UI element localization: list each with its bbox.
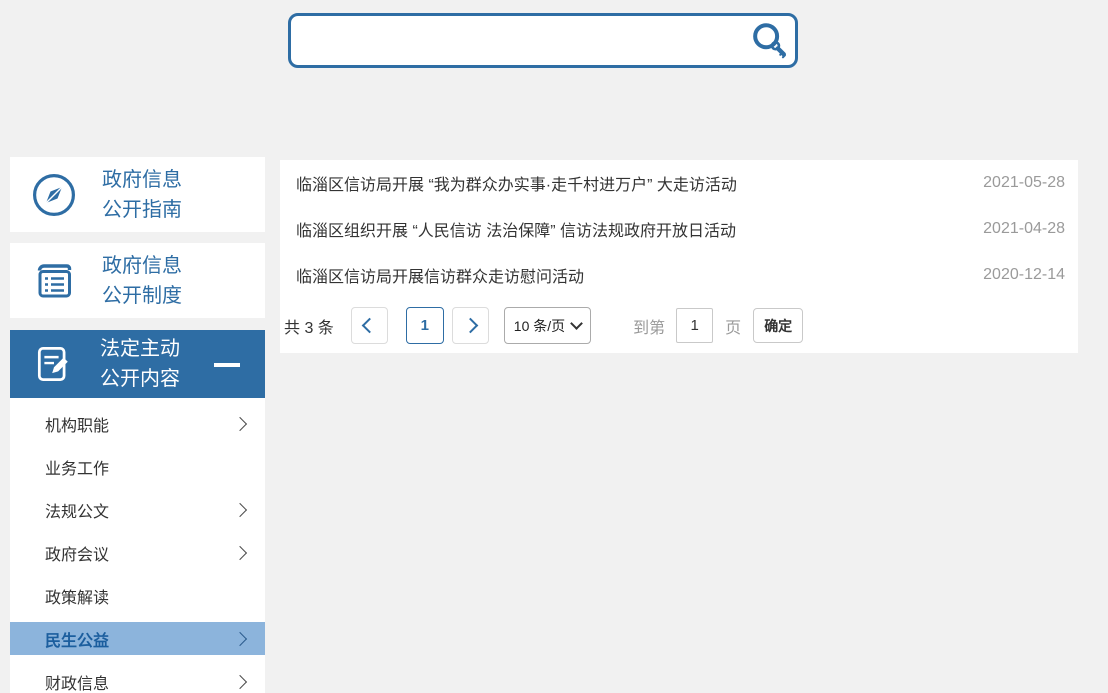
book-icon xyxy=(30,257,78,305)
news-title-link[interactable]: 临淄区信访局开展信访群众走访慰问活动 xyxy=(296,263,584,287)
news-date: 2021-05-28 xyxy=(983,174,1065,192)
page-size-select[interactable]: 10 条/页 xyxy=(504,307,591,344)
next-page-button[interactable] xyxy=(452,307,489,344)
sidebar-submenu-item[interactable]: 机构职能 xyxy=(10,402,265,445)
submenu-item-label: 民生公益 xyxy=(45,627,109,651)
submenu-item-label: 政策解读 xyxy=(45,584,109,608)
search-button[interactable] xyxy=(743,16,795,65)
search-input[interactable] xyxy=(291,16,743,65)
sidebar-submenu-item[interactable]: 财政信息 xyxy=(10,660,265,693)
sidebar-item-label: 法定主动公开内容 xyxy=(100,334,180,394)
clipboard-pencil-icon xyxy=(32,342,76,386)
sidebar-submenu-item[interactable]: 政府会议 xyxy=(10,531,265,574)
submenu-item-label: 机构职能 xyxy=(45,412,109,436)
pagination-bar: 共 3 条 1 10 条/页 到第 页 确定 xyxy=(280,298,1078,353)
news-date: 2021-04-28 xyxy=(983,220,1065,238)
news-title-link[interactable]: 临淄区组织开展 “人民信访 法治保障” 信访法规政府开放日活动 xyxy=(296,217,736,241)
news-list-panel: 临淄区信访局开展 “我为群众办实事·走千村进万户” 大走访活动 2021-05-… xyxy=(280,160,1078,353)
page: 政府信息公开指南 政府信息公开制度 法定主动公开内容 机构职能 xyxy=(0,0,1108,693)
chevron-right-icon xyxy=(463,318,479,334)
sidebar-submenu-item[interactable]: 法规公文 xyxy=(10,488,265,531)
sidebar-submenu: 机构职能 业务工作 法规公文 政府会议 政策解读 民生公益 财政信息 xyxy=(10,398,265,693)
sidebar-item-system[interactable]: 政府信息公开制度 xyxy=(10,243,265,318)
collapse-minus-icon[interactable] xyxy=(214,363,240,367)
sidebar-item-label: 政府信息公开制度 xyxy=(102,251,182,311)
news-date: 2020-12-14 xyxy=(983,266,1065,284)
goto-page-label: 到第 xyxy=(633,314,665,338)
search-bar xyxy=(288,13,798,68)
chevron-left-icon xyxy=(362,318,378,334)
sidebar-item-statutory-disclosure[interactable]: 法定主动公开内容 xyxy=(10,330,265,398)
page-1-button[interactable]: 1 xyxy=(406,307,444,344)
submenu-item-label: 业务工作 xyxy=(45,455,109,479)
news-list-row: 临淄区信访局开展信访群众走访慰问活动 2020-12-14 xyxy=(280,252,1078,298)
submenu-item-label: 政府会议 xyxy=(45,541,109,565)
compass-icon xyxy=(30,171,78,219)
news-title-link[interactable]: 临淄区信访局开展 “我为群众办实事·走千村进万户” 大走访活动 xyxy=(296,171,737,195)
chevron-right-icon xyxy=(233,545,247,559)
news-list-row: 临淄区信访局开展 “我为群众办实事·走千村进万户” 大走访活动 2021-05-… xyxy=(280,160,1078,206)
chevron-right-icon xyxy=(233,631,247,645)
sidebar-submenu-item[interactable]: 民生公益 xyxy=(10,617,265,660)
news-list-row: 临淄区组织开展 “人民信访 法治保障” 信访法规政府开放日活动 2021-04-… xyxy=(280,206,1078,252)
chevron-down-icon xyxy=(570,317,583,330)
chevron-right-icon xyxy=(233,502,247,516)
total-count-label: 共 3 条 xyxy=(284,314,334,338)
confirm-button[interactable]: 确定 xyxy=(753,308,803,343)
goto-page-input[interactable] xyxy=(676,308,713,343)
sidebar-submenu-item[interactable]: 政策解读 xyxy=(10,574,265,617)
magnifier-key-icon xyxy=(748,20,790,62)
submenu-item-label: 财政信息 xyxy=(45,670,109,693)
sidebar-item-guide[interactable]: 政府信息公开指南 xyxy=(10,157,265,232)
prev-page-button[interactable] xyxy=(351,307,388,344)
sidebar-item-label: 政府信息公开指南 xyxy=(102,165,182,225)
chevron-right-icon xyxy=(233,674,247,688)
chevron-right-icon xyxy=(233,416,247,430)
goto-page-unit-label: 页 xyxy=(725,314,741,338)
submenu-item-label: 法规公文 xyxy=(45,498,109,522)
sidebar-submenu-item[interactable]: 业务工作 xyxy=(10,445,265,488)
page-size-value: 10 条/页 xyxy=(514,316,565,336)
